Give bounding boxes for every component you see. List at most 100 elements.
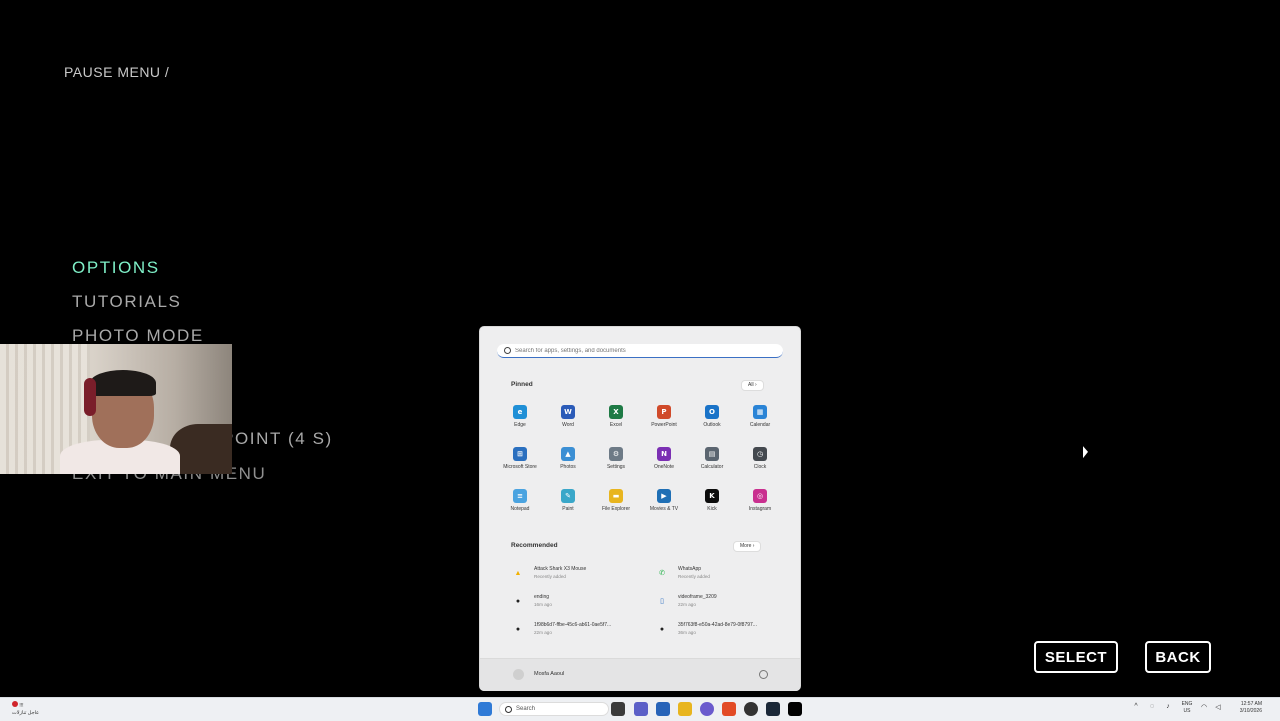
power-icon[interactable]	[759, 670, 768, 679]
shark-mouse-icon: ▲	[514, 569, 522, 577]
recommended-item[interactable]: ● 35f763f8-e50a-42ad-8e79-0f8797... 36m ag…	[655, 619, 785, 641]
pinned-app-microsoft-store[interactable]: ⊞ Microsoft Store	[496, 443, 544, 470]
news-headline-top: !!!	[19, 703, 24, 709]
settings-icon: ⚙	[609, 447, 623, 461]
volume-icon[interactable]: ◁	[1214, 703, 1222, 713]
search-icon	[505, 706, 512, 713]
pinned-app-label: Photos	[560, 464, 576, 470]
pinned-app-label: File Explorer	[601, 506, 631, 512]
pinned-app-outlook[interactable]: O Outlook	[688, 401, 736, 428]
excel-icon: X	[609, 405, 623, 419]
calculator-icon: ▤	[705, 447, 719, 461]
recommended-item-time: 36m ago	[678, 630, 696, 635]
system-clock[interactable]: 12:57 AM 3/10/2026	[1228, 701, 1262, 715]
news-alert-icon	[12, 701, 18, 707]
pinned-app-excel[interactable]: X Excel	[592, 401, 640, 428]
select-button[interactable]: SELECT	[1034, 641, 1118, 673]
word-icon: W	[561, 405, 575, 419]
recommended-title: Recommended	[511, 542, 558, 549]
all-apps-button[interactable]: All ›	[741, 380, 764, 391]
pinned-app-label: Notepad	[510, 506, 530, 512]
media-file-icon: ●	[515, 597, 521, 605]
start-search-input[interactable]	[515, 345, 765, 356]
kick-icon: K	[705, 489, 719, 503]
menu-item-tutorials[interactable]: TUTORIALS	[72, 292, 182, 312]
folder-icon[interactable]	[678, 702, 692, 716]
menu-item-photo-mode[interactable]: PHOTO MODE	[72, 326, 204, 346]
recommended-item-time: 16m ago	[534, 602, 552, 607]
pinned-app-calculator[interactable]: ▤ Calculator	[688, 443, 736, 470]
news-headline: عاجل تنازلات	[12, 710, 40, 716]
wifi-icon[interactable]: ◠	[1200, 703, 1208, 713]
taskbar-search[interactable]: Search	[499, 702, 609, 716]
teams-icon[interactable]	[634, 702, 648, 716]
pinned-app-label: Paint	[562, 506, 574, 512]
pinned-app-settings[interactable]: ⚙ Settings	[592, 443, 640, 470]
pinned-app-label: Clock	[753, 464, 767, 470]
webcam-overlay	[0, 344, 232, 474]
notepad-icon: ≡	[513, 489, 527, 503]
search-icon	[504, 347, 511, 354]
pinned-app-powerpoint[interactable]: P PowerPoint	[640, 401, 688, 428]
document-icon: ▯	[660, 598, 664, 605]
pinned-app-paint[interactable]: ✎ Paint	[544, 485, 592, 512]
pinned-app-label: Instagram	[748, 506, 772, 512]
webcam-person-hair	[90, 370, 156, 396]
pinned-app-label: Outlook	[703, 422, 721, 428]
pinned-app-word[interactable]: W Word	[544, 401, 592, 428]
recommended-item[interactable]: ▲ Attack Shark X3 Mouse Recently added	[511, 563, 641, 585]
microphone-icon[interactable]: ♪	[1164, 703, 1172, 713]
chevron-up-icon[interactable]: ^	[1132, 703, 1140, 713]
pinned-app-movies-tv[interactable]: ▶ Movies & TV	[640, 485, 688, 512]
pinned-app-clock[interactable]: ◷ Clock	[736, 443, 784, 470]
taskbar: !!! عاجل تنازلات Search ^ ◌ ♪ ENG US ◠ ◁…	[0, 697, 1280, 721]
tray-app-icon[interactable]: ◌	[1148, 703, 1156, 713]
avatar[interactable]	[513, 669, 524, 680]
onenote-icon: N	[657, 447, 671, 461]
pinned-app-notepad[interactable]: ≡ Notepad	[496, 485, 544, 512]
recommended-item-time: 22m ago	[678, 602, 696, 607]
windows-start-icon[interactable]	[478, 702, 492, 716]
recommended-item-time: Recently added	[534, 574, 566, 579]
pinned-app-label: Calculator	[700, 464, 724, 470]
discord-icon[interactable]	[700, 702, 714, 716]
start-footer: Mosfa Aaoul	[480, 658, 800, 691]
language-indicator[interactable]: ENG US	[1180, 701, 1194, 715]
task-view-icon[interactable]	[611, 702, 625, 716]
start-search-box[interactable]	[497, 344, 783, 358]
clock-date: 3/10/2026	[1239, 708, 1262, 714]
recommended-item[interactable]: ● 1f98b6d7-ffbe-45c6-ab61-0ae5f7... 22m ag…	[511, 619, 641, 641]
pinned-app-label: Calendar	[749, 422, 771, 428]
brave-icon[interactable]	[722, 702, 736, 716]
pinned-app-label: PowerPoint	[651, 422, 677, 428]
back-button[interactable]: BACK	[1145, 641, 1211, 673]
chrome-icon[interactable]	[744, 702, 758, 716]
media-file-icon: ●	[515, 625, 521, 633]
more-button[interactable]: More ›	[733, 541, 762, 552]
user-name[interactable]: Mosfa Aaoul	[534, 671, 564, 677]
news-widget[interactable]: !!! عاجل تنازلات	[12, 701, 39, 717]
mouse-cursor-icon	[1083, 446, 1088, 460]
recommended-item[interactable]: ✆ WhatsApp Recently added	[655, 563, 785, 585]
obs-icon[interactable]	[788, 702, 802, 716]
pinned-app-edge[interactable]: e Edge	[496, 401, 544, 428]
whatsapp-icon: ✆	[659, 570, 665, 577]
store-icon[interactable]	[656, 702, 670, 716]
pinned-app-kick[interactable]: K Kick	[688, 485, 736, 512]
menu-item-options[interactable]: OPTIONS	[72, 258, 160, 278]
recommended-item[interactable]: ● ending 16m ago	[511, 591, 641, 613]
recommended-item-name: WhatsApp	[678, 566, 702, 572]
outlook-icon: O	[705, 405, 719, 419]
pinned-app-calendar[interactable]: ▦ Calendar	[736, 401, 784, 428]
pinned-app-photos[interactable]: ▲ Photos	[544, 443, 592, 470]
steam-icon[interactable]	[766, 702, 780, 716]
recommended-item[interactable]: ▯ videoframe_3209 22m ago	[655, 591, 785, 613]
folder-icon: ▬	[609, 489, 623, 503]
pinned-app-file-explorer[interactable]: ▬ File Explorer	[592, 485, 640, 512]
breadcrumb: PAUSE MENU /	[64, 64, 170, 80]
pinned-app-instagram[interactable]: ◎ Instagram	[736, 485, 784, 512]
pinned-app-onenote[interactable]: N OneNote	[640, 443, 688, 470]
clock-icon: ◷	[753, 447, 767, 461]
pinned-app-label: Word	[562, 422, 574, 428]
menu-item-checkpoint[interactable]: POINT (4 S)	[222, 429, 333, 449]
